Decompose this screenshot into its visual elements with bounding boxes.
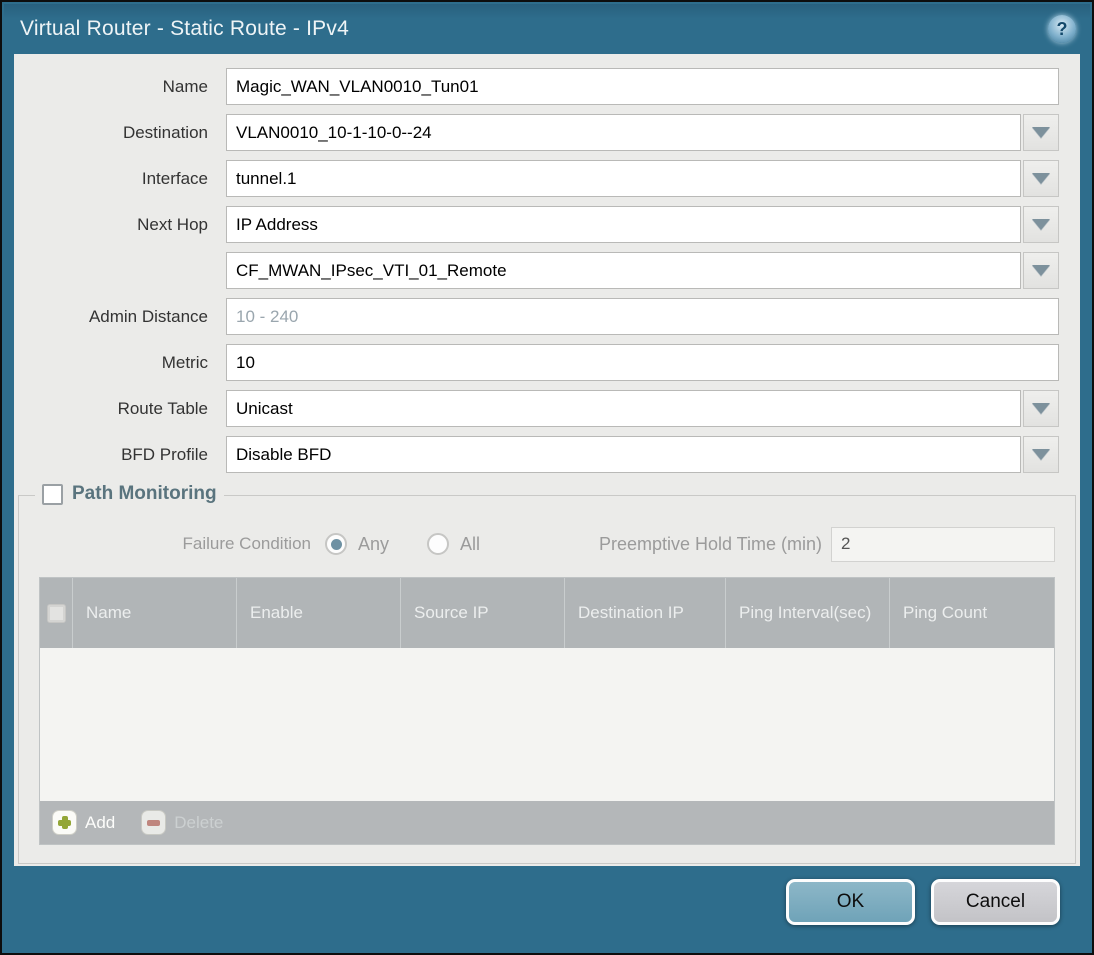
- destination-label: Destination: [122, 122, 208, 142]
- bfd-profile-input[interactable]: [226, 436, 1021, 473]
- route-table-label: Route Table: [117, 398, 208, 418]
- ok-button[interactable]: OK: [786, 879, 915, 925]
- preemptive-hold-time-label: Preemptive Hold Time (min): [598, 533, 822, 554]
- select-all-checkbox[interactable]: [46, 603, 66, 623]
- failure-condition-row: Failure Condition Any All Preemptive Hol…: [39, 526, 1055, 562]
- interface-dropdown-button[interactable]: [1023, 160, 1059, 197]
- next-hop-address-dropdown-button[interactable]: [1023, 252, 1059, 289]
- admin-distance-input[interactable]: [226, 298, 1059, 335]
- path-monitoring-section: Path Monitoring Failure Condition Any Al…: [18, 483, 1076, 864]
- form-row-destination: Destination: [14, 114, 1059, 151]
- path-monitoring-legend: Path Monitoring: [35, 483, 224, 505]
- radio-all[interactable]: All: [427, 533, 480, 555]
- help-icon[interactable]: ?: [1048, 15, 1076, 43]
- form-row-route-table: Route Table: [14, 390, 1059, 427]
- table-header-checkbox-cell: [40, 578, 73, 648]
- next-hop-type-input[interactable]: [226, 206, 1021, 243]
- column-header-enable[interactable]: Enable: [237, 578, 401, 648]
- admin-distance-label: Admin Distance: [88, 306, 208, 326]
- column-header-source-ip[interactable]: Source IP: [401, 578, 565, 648]
- static-route-dialog: Virtual Router - Static Route - IPv4 ? N…: [0, 0, 1094, 955]
- column-header-ping-interval[interactable]: Ping Interval(sec): [726, 578, 890, 648]
- next-hop-dropdown-button[interactable]: [1023, 206, 1059, 243]
- table-header: Name Enable Source IP Destination IP Pin…: [40, 578, 1054, 648]
- form-row-metric: Metric: [14, 344, 1059, 381]
- next-hop-address-input[interactable]: [226, 252, 1021, 289]
- chevron-down-icon: [1032, 449, 1050, 460]
- radio-unselected-icon: [427, 533, 450, 555]
- delete-icon: [141, 810, 167, 835]
- path-monitoring-checkbox[interactable]: [42, 483, 63, 505]
- table-body-empty: [40, 648, 1054, 801]
- dialog-footer: OK Cancel: [4, 866, 1090, 951]
- dialog-title: Virtual Router - Static Route - IPv4: [20, 17, 349, 40]
- add-button[interactable]: Add: [52, 810, 115, 835]
- interface-input[interactable]: [226, 160, 1021, 197]
- table-toolbar: Add Delete: [40, 801, 1054, 844]
- delete-button[interactable]: Delete: [141, 810, 223, 835]
- chevron-down-icon: [1032, 219, 1050, 230]
- form-row-name: Name: [14, 68, 1059, 105]
- column-header-destination-ip[interactable]: Destination IP: [565, 578, 726, 648]
- bfd-profile-dropdown-button[interactable]: [1023, 436, 1059, 473]
- metric-label: Metric: [161, 352, 208, 372]
- next-hop-label: Next Hop: [137, 214, 208, 234]
- path-monitoring-table: Name Enable Source IP Destination IP Pin…: [39, 577, 1055, 845]
- radio-any[interactable]: Any: [325, 533, 389, 555]
- form-row-admin-distance: Admin Distance: [14, 298, 1059, 335]
- name-input[interactable]: [226, 68, 1059, 105]
- failure-condition-label: Failure Condition: [182, 534, 311, 553]
- radio-selected-icon: [325, 533, 347, 555]
- interface-label: Interface: [141, 168, 208, 188]
- name-label: Name: [162, 76, 208, 96]
- chevron-down-icon: [1032, 265, 1050, 276]
- destination-input[interactable]: [226, 114, 1021, 151]
- destination-dropdown-button[interactable]: [1023, 114, 1059, 151]
- static-route-form: Name Destination Interface: [14, 54, 1080, 473]
- metric-input[interactable]: [226, 344, 1059, 381]
- chevron-down-icon: [1032, 127, 1050, 138]
- form-row-bfd-profile: BFD Profile: [14, 436, 1059, 473]
- form-row-next-hop: Next Hop: [14, 206, 1059, 243]
- dialog-content: Name Destination Interface: [14, 54, 1080, 866]
- form-row-next-hop-address: [14, 252, 1059, 289]
- failure-condition-radio-group: Any All: [311, 533, 480, 555]
- cancel-button[interactable]: Cancel: [931, 879, 1060, 925]
- path-monitoring-title: Path Monitoring: [72, 483, 217, 504]
- form-row-interface: Interface: [14, 160, 1059, 197]
- chevron-down-icon: [1032, 403, 1050, 414]
- chevron-down-icon: [1032, 173, 1050, 184]
- title-bar: Virtual Router - Static Route - IPv4 ?: [4, 4, 1090, 54]
- bfd-profile-label: BFD Profile: [121, 444, 208, 464]
- column-header-name[interactable]: Name: [73, 578, 237, 648]
- column-header-ping-count[interactable]: Ping Count: [890, 578, 1054, 648]
- route-table-input[interactable]: [226, 390, 1021, 427]
- preemptive-hold-time-input[interactable]: [831, 526, 1055, 562]
- add-icon: [52, 810, 77, 835]
- route-table-dropdown-button[interactable]: [1023, 390, 1059, 427]
